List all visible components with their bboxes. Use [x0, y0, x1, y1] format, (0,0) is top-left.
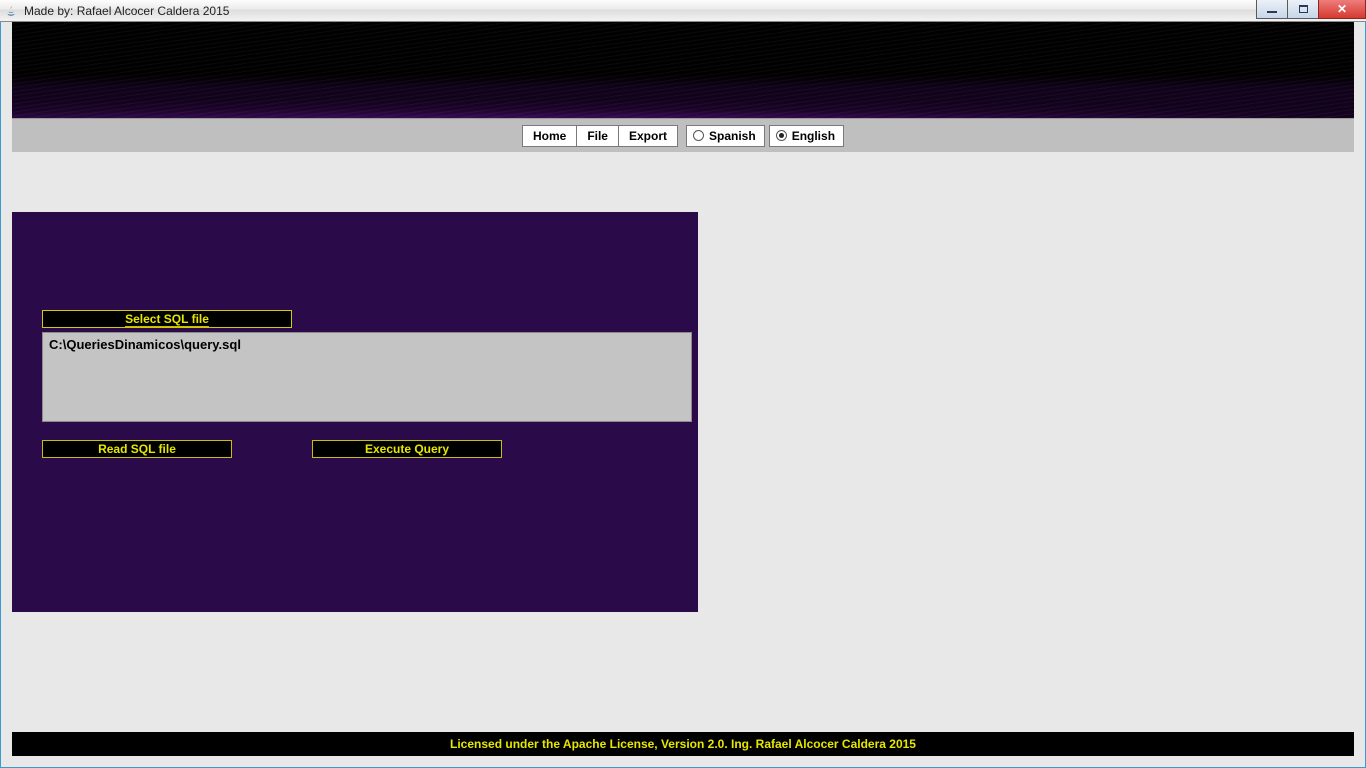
- minimize-icon: [1267, 11, 1277, 13]
- language-english-radio[interactable]: English: [769, 125, 844, 147]
- execute-query-button[interactable]: Execute Query: [312, 440, 502, 458]
- select-sql-file-button[interactable]: Select SQL file: [42, 310, 292, 328]
- close-icon: ✕: [1337, 2, 1347, 16]
- language-radio-group: Spanish English: [686, 125, 844, 147]
- app-content: Home File Export Spanish English Select …: [12, 22, 1354, 612]
- window-title: Made by: Rafael Alcocer Caldera 2015: [24, 4, 229, 18]
- window-titlebar: Made by: Rafael Alcocer Caldera 2015 ✕: [0, 0, 1366, 22]
- radio-label: Spanish: [709, 129, 756, 143]
- button-label: Select SQL file: [125, 312, 209, 327]
- button-label: Read SQL file: [98, 442, 176, 456]
- language-spanish-radio[interactable]: Spanish: [686, 125, 765, 147]
- sql-panel: Select SQL file Read SQL file Execute Qu…: [12, 212, 698, 612]
- radio-icon: [776, 130, 787, 141]
- java-icon: [4, 4, 18, 18]
- read-sql-file-button[interactable]: Read SQL file: [42, 440, 232, 458]
- sql-file-path-input[interactable]: [42, 332, 692, 422]
- maximize-icon: [1299, 5, 1308, 13]
- home-button[interactable]: Home: [522, 125, 577, 147]
- export-button[interactable]: Export: [618, 125, 678, 147]
- window-minimize-button[interactable]: [1256, 0, 1288, 19]
- button-label: Execute Query: [365, 442, 449, 456]
- window-controls: ✕: [1257, 0, 1366, 19]
- footer-bar: Licensed under the Apache License, Versi…: [12, 732, 1354, 756]
- main-toolbar: Home File Export Spanish English: [12, 118, 1354, 152]
- window-close-button[interactable]: ✕: [1318, 0, 1366, 19]
- radio-label: English: [792, 129, 835, 143]
- header-banner: [12, 22, 1354, 118]
- radio-icon: [693, 130, 704, 141]
- footer-text: Licensed under the Apache License, Versi…: [450, 737, 916, 751]
- window-maximize-button[interactable]: [1287, 0, 1319, 19]
- file-button[interactable]: File: [576, 125, 619, 147]
